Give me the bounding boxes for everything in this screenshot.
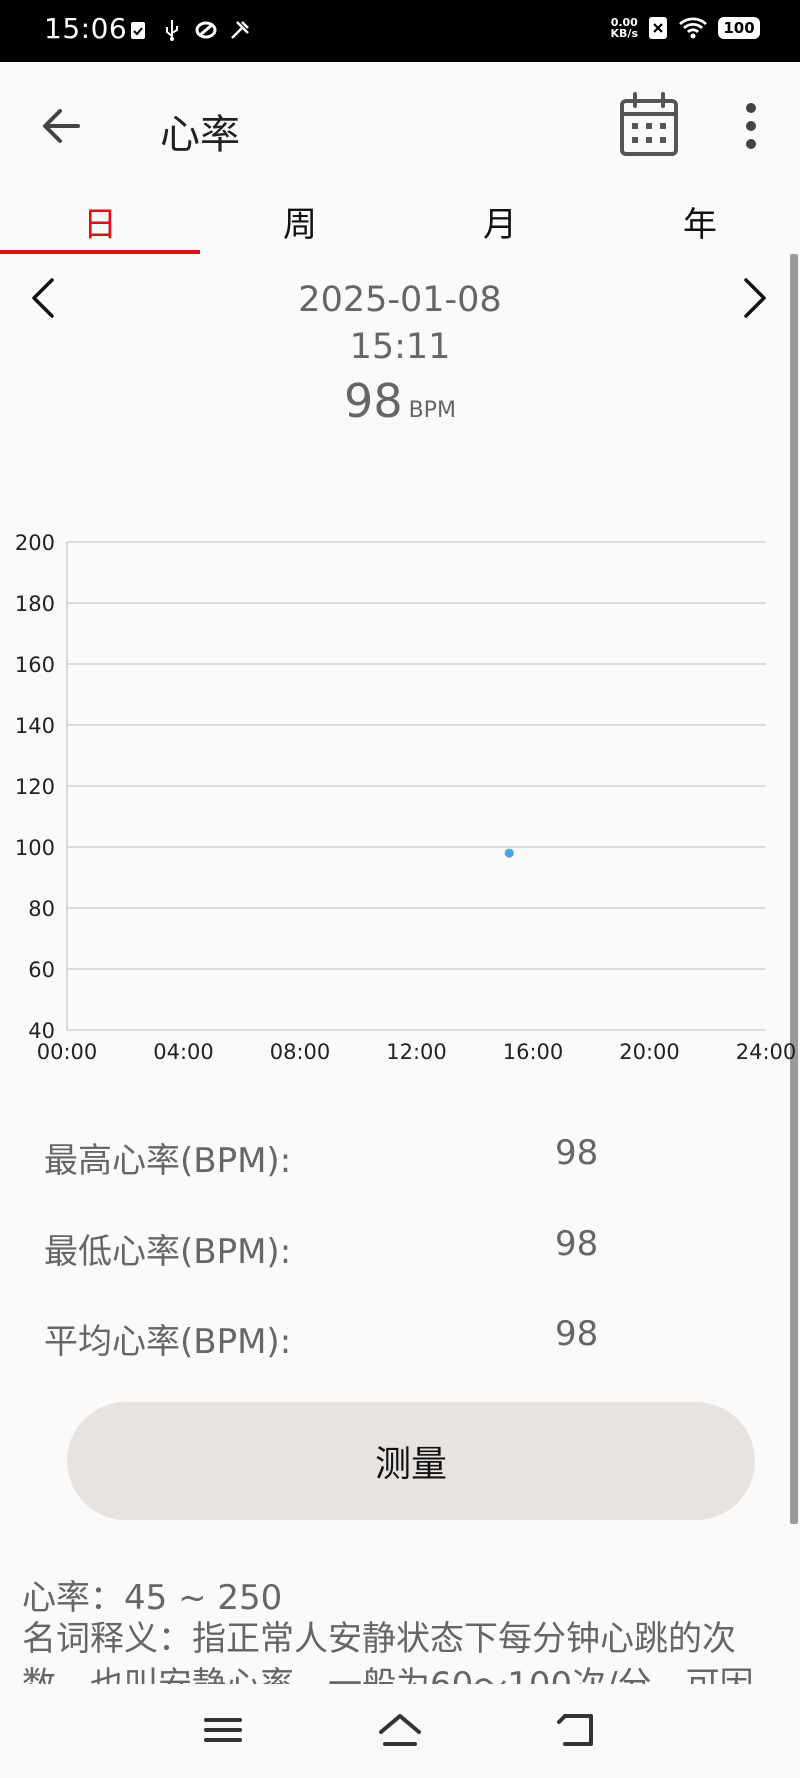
y-tick-label: 120 <box>15 775 55 799</box>
tools-icon <box>231 21 249 39</box>
tab-day[interactable]: 日 <box>0 188 200 254</box>
app-bar: 心率 <box>0 62 800 188</box>
menu-icon[interactable] <box>198 1708 248 1752</box>
back-nav-icon[interactable] <box>553 1708 603 1752</box>
y-tick-label: 200 <box>15 531 55 555</box>
period-tabs: 日 周 月 年 <box>0 188 800 254</box>
selected-time: 15:11 <box>349 327 451 367</box>
hr-description: 名词释义：指正常人安静状态下每分钟心跳的次数，也叫安静心率，一般为60～100次… <box>22 1619 754 1684</box>
sync-icon <box>195 21 217 39</box>
y-tick-label: 60 <box>28 958 55 982</box>
max-hr-label: 最高心率(BPM): <box>44 1141 292 1181</box>
measure-button[interactable]: 测量 <box>67 1402 755 1520</box>
hr-range-text: 心率：45 ~ 250 <box>22 1578 283 1618</box>
y-tick-label: 140 <box>15 714 55 738</box>
status-icons-left <box>126 18 252 42</box>
usb-icon <box>166 20 178 41</box>
home-icon[interactable] <box>375 1708 425 1752</box>
system-nav-bar <box>0 1684 800 1778</box>
x-tick-label: 12:00 <box>386 1040 447 1064</box>
wifi-icon <box>679 17 707 39</box>
x-tick-label: 08:00 <box>270 1040 331 1064</box>
x-tick-label: 20:00 <box>619 1040 680 1064</box>
calendar-icon[interactable] <box>618 92 680 158</box>
current-bpm: 98 BPM <box>0 374 800 428</box>
min-hr-value: 98 <box>555 1224 599 1264</box>
y-tick-label: 100 <box>15 836 55 860</box>
net-speed: 0.00 KB/s <box>611 17 638 39</box>
back-arrow-icon[interactable] <box>34 98 90 154</box>
bpm-value: 98 <box>344 374 403 428</box>
y-tick-label: 180 <box>15 592 55 616</box>
selected-date: 2025-01-08 <box>298 280 502 320</box>
y-tick-label: 160 <box>15 653 55 677</box>
x-tick-label: 16:00 <box>503 1040 564 1064</box>
avg-hr-value: 98 <box>555 1314 599 1354</box>
max-hr-value: 98 <box>555 1133 599 1173</box>
min-hr-label: 最低心率(BPM): <box>44 1232 292 1272</box>
tab-month[interactable]: 月 <box>400 188 600 254</box>
tab-year[interactable]: 年 <box>600 188 800 254</box>
net-speed-unit: KB/s <box>610 27 638 40</box>
page-title: 心率 <box>160 112 240 158</box>
tab-week[interactable]: 周 <box>200 188 400 254</box>
status-time: 15:06 <box>44 12 128 45</box>
y-tick-label: 80 <box>28 897 55 921</box>
data-point <box>504 848 514 858</box>
status-icons-right: 0.00 KB/s 100 <box>611 16 760 40</box>
status-bar: 15:06 0.00 KB/s 100 <box>0 0 800 62</box>
avg-hr-label: 平均心率(BPM): <box>44 1322 292 1362</box>
x-tick-label: 04:00 <box>153 1040 214 1064</box>
more-vert-icon[interactable] <box>726 98 776 154</box>
x-tick-label: 24:00 <box>736 1040 797 1064</box>
x-tick-label: 00:00 <box>37 1040 98 1064</box>
no-sim-icon <box>649 17 667 39</box>
bpm-unit: BPM <box>408 398 456 423</box>
heart-rate-chart: 20018016014012010080604000:00 04:00 08:00 1… <box>15 531 797 1064</box>
clipboard-icon <box>131 22 145 39</box>
battery-icon: 100 <box>718 17 760 39</box>
